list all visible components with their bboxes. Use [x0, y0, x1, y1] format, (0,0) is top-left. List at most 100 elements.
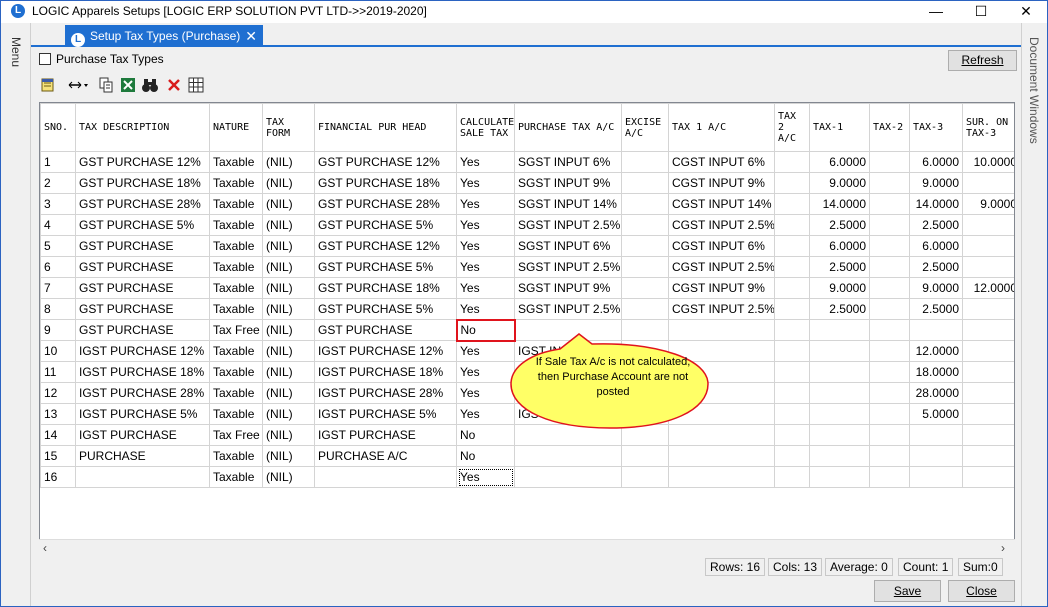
cell-tax2[interactable] — [869, 151, 910, 173]
cell-calc[interactable]: Yes — [456, 172, 515, 194]
cell-desc[interactable] — [75, 466, 210, 488]
cell-excise[interactable] — [621, 151, 669, 173]
cell-tax1[interactable] — [809, 466, 870, 488]
scroll-right-icon[interactable]: › — [1001, 540, 1005, 556]
cell-tax2[interactable] — [869, 361, 910, 383]
cell-tax1ac[interactable] — [668, 466, 775, 488]
cell-form[interactable]: (NIL) — [262, 193, 315, 215]
cell-nature[interactable]: Taxable — [209, 151, 263, 173]
cell-tax3[interactable] — [909, 319, 963, 341]
cell-tax1ac[interactable]: CGST INPUT 2.5% — [668, 256, 775, 278]
cell-ptax[interactable]: SGST INPUT 2.5% — [514, 214, 622, 236]
cell-tax1[interactable]: 9.0000 — [809, 277, 870, 299]
column-header[interactable]: TAX-3 — [909, 103, 963, 152]
cell-nature[interactable]: Taxable — [209, 445, 263, 467]
table-row[interactable]: 13 IGST PURCHASE 5% Taxable (NIL) IGST PURCH… — [40, 403, 1014, 425]
cell-form[interactable]: (NIL) — [262, 151, 315, 173]
tax-types-grid[interactable]: SNO. TAX DESCRIPTION NATURE TAX FORM FINANCI… — [39, 102, 1015, 555]
cell-ptax[interactable] — [514, 319, 622, 341]
cell-sno[interactable]: 11 — [40, 361, 76, 383]
cell-calc[interactable]: Yes — [456, 277, 515, 299]
cell-tax1[interactable] — [809, 340, 870, 362]
cell-head[interactable]: GST PURCHASE 5% — [314, 256, 457, 278]
cell-excise[interactable] — [621, 424, 669, 446]
cell-ptax[interactable]: SGST INPUT 2.5% — [514, 256, 622, 278]
close-button[interactable]: Close — [948, 580, 1015, 602]
horizontal-scrollbar[interactable]: ‹ › — [39, 539, 1015, 555]
table-row[interactable]: 7 GST PURCHASE Taxable (NIL) GST PURCHASE 18… — [40, 277, 1014, 299]
grid-icon[interactable] — [187, 77, 205, 95]
table-row[interactable]: 4 GST PURCHASE 5% Taxable (NIL) GST PURCHASE… — [40, 214, 1014, 236]
cell-nature[interactable]: Taxable — [209, 277, 263, 299]
cell-ptax[interactable] — [514, 445, 622, 467]
cell-calc[interactable]: Yes — [456, 256, 515, 278]
cell-sno[interactable]: 8 — [40, 298, 76, 320]
cell-tax2[interactable] — [869, 214, 910, 236]
cell-head[interactable]: GST PURCHASE 18% — [314, 172, 457, 194]
cell-tax1ac[interactable]: CGST INPUT 2.5% — [668, 214, 775, 236]
document-windows-sidebar[interactable]: Document Windows — [1021, 23, 1047, 606]
cell-sno[interactable]: 4 — [40, 214, 76, 236]
cell-tax3[interactable]: 2.5000 — [909, 214, 963, 236]
cell-sur[interactable] — [962, 256, 1014, 278]
cell-ptax[interactable]: IGS — [514, 403, 622, 425]
binoculars-icon[interactable] — [141, 77, 159, 95]
column-header[interactable]: EXCISE A/C — [621, 103, 669, 152]
table-row[interactable]: 6 GST PURCHASE Taxable (NIL) GST PURCHASE 5%… — [40, 256, 1014, 278]
minimize-button[interactable]: — — [913, 1, 959, 23]
cell-form[interactable]: (NIL) — [262, 277, 315, 299]
cell-form[interactable]: (NIL) — [262, 235, 315, 257]
table-row[interactable]: 14 IGST PURCHASE Tax Free (NIL) IGST PURCHAS… — [40, 424, 1014, 446]
table-row[interactable]: 16 Taxable (NIL) Yes — [40, 466, 1014, 488]
cell-head[interactable]: GST PURCHASE 28% — [314, 193, 457, 215]
cell-nature[interactable]: Taxable — [209, 340, 263, 362]
cell-tax1[interactable] — [809, 361, 870, 383]
cell-sur[interactable] — [962, 319, 1014, 341]
cell-head[interactable]: GST PURCHASE 5% — [314, 214, 457, 236]
cell-ptax[interactable]: SGST INPUT 6% — [514, 235, 622, 257]
cell-form[interactable]: (NIL) — [262, 172, 315, 194]
cell-tax2[interactable] — [869, 466, 910, 488]
cell-tax3[interactable]: 6.0000 — [909, 151, 963, 173]
cell-tax3[interactable]: 2.5000 — [909, 256, 963, 278]
cell-sur[interactable] — [962, 235, 1014, 257]
column-header[interactable]: CALCULATE SALE TAX — [456, 103, 515, 152]
cell-form[interactable]: (NIL) — [262, 319, 315, 341]
cell-desc[interactable]: IGST PURCHASE 12% — [75, 340, 210, 362]
cell-calc[interactable]: Yes — [456, 361, 515, 383]
cell-tax1[interactable]: 6.0000 — [809, 235, 870, 257]
cell-tax3[interactable] — [909, 424, 963, 446]
cell-tax1[interactable] — [809, 445, 870, 467]
cell-tax1ac[interactable]: CGST INPUT 9% — [668, 172, 775, 194]
cell-excise[interactable] — [621, 277, 669, 299]
cell-tax3[interactable]: 2.5000 — [909, 298, 963, 320]
cell-sur[interactable] — [962, 445, 1014, 467]
column-header[interactable]: SNO. — [40, 103, 76, 152]
cell-sno[interactable]: 5 — [40, 235, 76, 257]
cell-tax3[interactable] — [909, 466, 963, 488]
cell-tax1ac[interactable]: CGST INPUT 6% — [668, 235, 775, 257]
cell-tax3[interactable]: 6.0000 — [909, 235, 963, 257]
cell-excise[interactable] — [621, 319, 669, 341]
cell-form[interactable]: (NIL) — [262, 403, 315, 425]
cell-nature[interactable]: Tax Free — [209, 424, 263, 446]
cell-tax2[interactable] — [869, 340, 910, 362]
cell-tax2ac[interactable] — [774, 235, 810, 257]
cell-tax2[interactable] — [869, 445, 910, 467]
cell-tax1[interactable] — [809, 424, 870, 446]
cell-excise[interactable] — [621, 466, 669, 488]
cell-tax2ac[interactable] — [774, 277, 810, 299]
cell-sno[interactable]: 6 — [40, 256, 76, 278]
cell-sno[interactable]: 7 — [40, 277, 76, 299]
table-row[interactable]: 1 GST PURCHASE 12% Taxable (NIL) GST PURCHAS… — [40, 151, 1014, 173]
cell-tax1[interactable]: 2.5000 — [809, 256, 870, 278]
cell-tax2[interactable] — [869, 424, 910, 446]
cell-ptax[interactable] — [514, 466, 622, 488]
cell-tax2ac[interactable] — [774, 424, 810, 446]
cell-sno[interactable]: 15 — [40, 445, 76, 467]
cell-tax2[interactable] — [869, 193, 910, 215]
cell-nature[interactable]: Taxable — [209, 256, 263, 278]
cell-nature[interactable]: Tax Free — [209, 319, 263, 341]
column-header[interactable]: NATURE — [209, 103, 263, 152]
cell-tax3[interactable]: 9.0000 — [909, 277, 963, 299]
